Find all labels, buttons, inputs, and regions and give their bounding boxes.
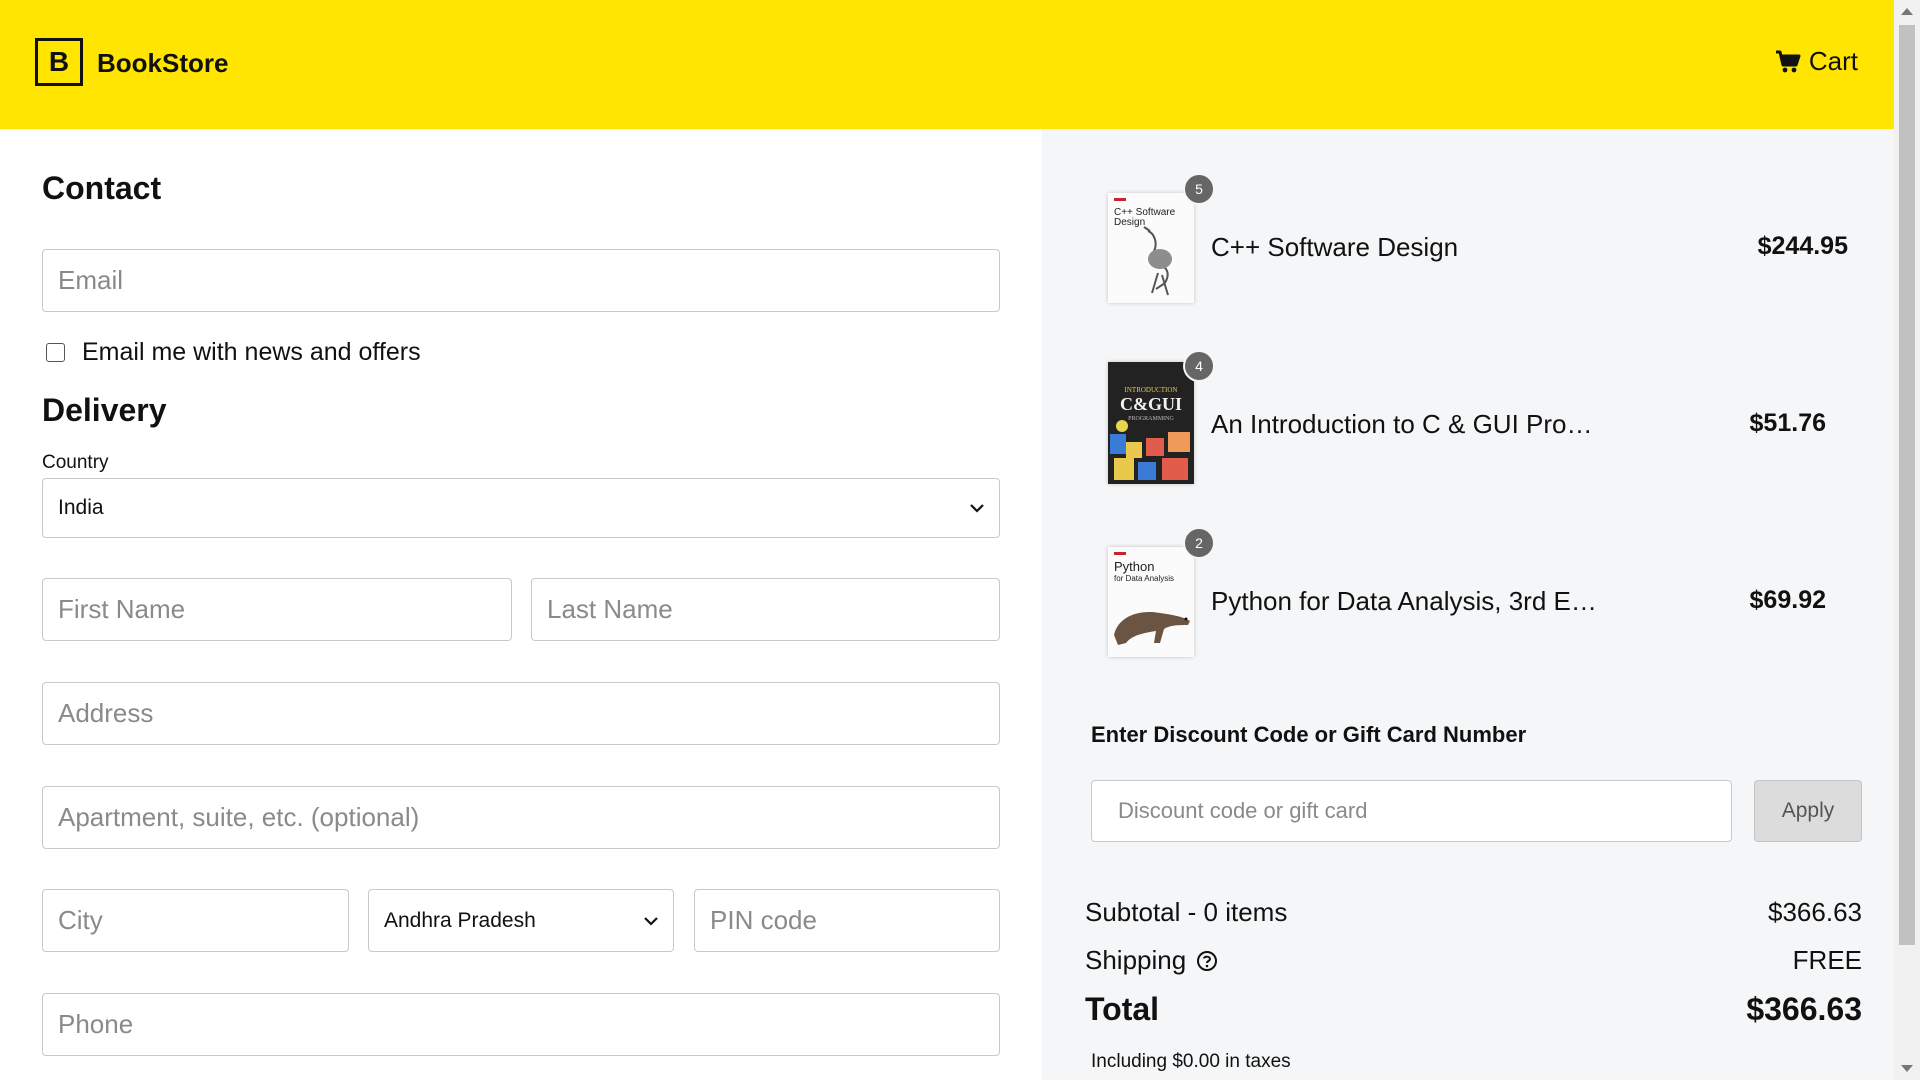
newsletter-row[interactable]: Email me with news and offers [46, 338, 421, 367]
page-scrollbar[interactable] [1894, 0, 1920, 1080]
discount-code-input[interactable] [1091, 780, 1732, 842]
chevron-down-icon [644, 916, 658, 926]
email-field[interactable] [42, 249, 1000, 312]
book-cover-cpp: C++ Software Design [1108, 193, 1194, 303]
state-value: Andhra Pradesh [384, 908, 536, 932]
tax-note: Including $0.00 in taxes [1091, 1051, 1291, 1072]
phone-field[interactable] [42, 993, 1000, 1056]
quantity-badge: 4 [1183, 350, 1215, 382]
subtotal-label: Subtotal - 0 items [1085, 897, 1288, 927]
cgui-cover-line2: C&GUI [1120, 394, 1182, 414]
scroll-up-icon[interactable] [1901, 8, 1913, 15]
address-field[interactable] [42, 682, 1000, 745]
scrollbar-thumb[interactable] [1899, 25, 1915, 945]
python-cover-title-1: Python [1114, 559, 1154, 574]
quantity-badge: 5 [1183, 173, 1215, 205]
logo-icon[interactable]: B [35, 38, 83, 86]
pin-code-field[interactable] [694, 889, 1000, 952]
first-name-field[interactable] [42, 578, 512, 641]
apartment-field[interactable] [42, 786, 1000, 849]
total-label: Total [1085, 991, 1160, 1027]
python-cover-title-2: for Data Analysis [1114, 574, 1174, 583]
country-value: India [58, 496, 104, 519]
last-name-field[interactable] [531, 578, 1000, 641]
item-name: An Introduction to C & GUI Pro… [1211, 409, 1593, 439]
delivery-title: Delivery [42, 392, 167, 428]
cart-label: Cart [1808, 46, 1858, 76]
newsletter-label: Email me with news and offers [82, 338, 421, 366]
shipping-label: Shipping [1085, 945, 1187, 975]
item-name: C++ Software Design [1211, 232, 1459, 262]
subtotal-value: $366.63 [1768, 897, 1862, 927]
city-field[interactable] [42, 889, 349, 952]
brand-name[interactable]: BookStore [97, 48, 228, 79]
country-label: Country [42, 452, 109, 473]
discount-title: Enter Discount Code or Gift Card Number [1091, 722, 1527, 747]
cpp-cover-title-2: Design [1114, 217, 1145, 228]
newsletter-checkbox[interactable] [46, 343, 65, 362]
cart-item: Python for Data Analysis 2 Python for Da… [1108, 527, 1848, 687]
shipping-row: Shipping FREE [1085, 945, 1862, 976]
logo-letter: B [48, 46, 70, 77]
item-name: Python for Data Analysis, 3rd E… [1211, 586, 1597, 616]
country-select[interactable]: India [42, 478, 1000, 538]
cgui-cover-line1: INTRODUCTION [1125, 386, 1178, 394]
apply-button[interactable]: Apply [1754, 780, 1862, 842]
help-circle-icon[interactable] [1196, 950, 1218, 972]
cart-item: C++ Software Design 5 C++ Software Desig… [1108, 173, 1848, 333]
item-price: $69.92 [1749, 586, 1826, 614]
book-cover-python: Python for Data Analysis [1108, 547, 1194, 657]
contact-title: Contact [42, 170, 162, 206]
chevron-down-icon [970, 504, 984, 513]
cart-icon [1775, 50, 1801, 72]
scroll-down-icon[interactable] [1901, 1065, 1913, 1072]
shipping-value: FREE [1792, 945, 1862, 975]
total-row: Total $366.63 [1085, 991, 1862, 1028]
book-cover-c-gui: INTRODUCTION C&GUI PROGRAMMING [1108, 362, 1194, 484]
cart-button[interactable]: Cart [1775, 46, 1858, 77]
item-price: $244.95 [1757, 232, 1848, 260]
subtotal-row: Subtotal - 0 items $366.63 [1085, 897, 1862, 928]
cart-item: INTRODUCTION C&GUI PROGRAMMING 4 An Intr… [1108, 350, 1848, 510]
item-price: $51.76 [1749, 409, 1826, 437]
state-select[interactable]: Andhra Pradesh [368, 889, 674, 952]
cgui-cover-line3: PROGRAMMING [1128, 416, 1174, 422]
total-value: $366.63 [1746, 991, 1862, 1027]
header-bar: B BookStore Cart [0, 0, 1894, 129]
quantity-badge: 2 [1183, 527, 1215, 559]
